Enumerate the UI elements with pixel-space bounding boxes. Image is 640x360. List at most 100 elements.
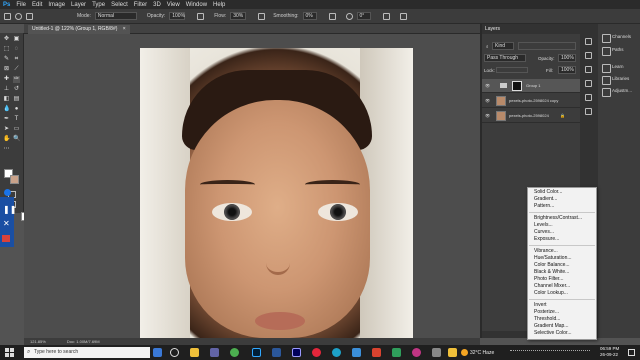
word-icon[interactable] [272,348,281,357]
info-icon[interactable] [585,80,592,87]
menu-item-channel-mixer[interactable]: Channel Mixer... [534,283,570,289]
menu-item-photo-filter[interactable]: Photo Filter... [534,276,563,282]
layer-row[interactable]: 👁 pexels-photo-2598024 copy [482,94,580,108]
brush-icon[interactable] [4,12,11,20]
visibility-eye-icon[interactable]: 👁 [485,94,490,108]
menu-edit[interactable]: Edit [32,2,42,8]
stop-icon[interactable]: ✕ [3,219,10,228]
menu-type[interactable]: Type [92,2,105,8]
menu-item-solid-color[interactable]: Solid Color... [534,189,562,195]
menu-file[interactable]: File [16,2,26,8]
artboard-tool-icon[interactable]: ▣ [13,36,20,43]
more-tools-icon[interactable]: ⋯ [3,146,10,153]
adjustments-panel-tab[interactable]: Adjustm... [600,88,640,97]
record-dot-icon[interactable] [4,189,11,196]
menu-item-gradient-map[interactable]: Gradient Map... [534,323,568,329]
symmetry-icon[interactable] [399,12,407,20]
smoothing-input[interactable]: 0% [302,12,317,20]
menu-item-color-balance[interactable]: Color Balance... [534,262,570,268]
styles-icon[interactable] [585,94,592,101]
lasso-tool-icon[interactable]: ◌ [13,46,20,53]
frame-tool-icon[interactable]: ⊠ [3,66,10,73]
pressure-opacity-icon[interactable] [197,12,205,20]
visibility-eye-icon[interactable]: 👁 [485,79,490,93]
adjustments-icon[interactable] [585,52,592,59]
layers-panel-title[interactable]: Layers [482,24,580,34]
app-icon[interactable] [392,348,401,357]
channels-panel-tab[interactable]: Channels [600,34,640,43]
healing-brush-icon[interactable]: ✚ [3,76,10,83]
smoothing-options-icon[interactable] [328,12,336,20]
menu-item-brightness-contrast[interactable]: Brightness/Contrast... [534,215,582,221]
clock-time[interactable]: 06:59 PM [600,346,619,351]
clock-date[interactable]: 26-09-22 [600,352,618,357]
layer-row-group[interactable]: 👁 Group 1 [482,79,580,93]
learn-panel-tab[interactable]: Learn [600,64,640,73]
hand-tool-icon[interactable]: ✋ [3,136,10,143]
menu-item-black-white[interactable]: Black & White... [534,269,569,275]
menu-item-posterize[interactable]: Posterize... [534,309,559,315]
fill-input[interactable]: 100% [558,66,576,74]
layer-row[interactable]: 👁 pexels-photo-2598024 🔒 [482,109,580,123]
path-select-icon[interactable]: ➤ [3,126,10,133]
type-tool-icon[interactable]: T [13,116,20,123]
file-explorer-icon[interactable] [190,348,199,357]
marquee-tool-icon[interactable]: ⬚ [3,46,10,53]
pause-icon[interactable]: ❚❚ [3,205,16,214]
menu-item-selective-color[interactable]: Selective Color... [534,330,572,336]
chrome-icon[interactable] [230,348,239,357]
flow-input[interactable]: 30% [230,12,247,20]
menu-item-gradient[interactable]: Gradient... [534,196,557,202]
menu-item-color-lookup[interactable]: Color Lookup... [534,290,568,296]
opacity-input[interactable]: 100% [169,12,186,20]
properties-icon[interactable] [585,66,592,73]
shape-tool-icon[interactable]: ▭ [13,126,20,133]
brush-tool-icon[interactable]: ✑ [13,76,20,83]
after-effects-icon[interactable] [292,348,301,357]
task-view-icon[interactable] [170,348,179,357]
menu-image[interactable]: Image [48,2,65,8]
menu-3d[interactable]: 3D [153,2,161,8]
document-tab[interactable]: Untitled-1 @ 122% (Group 1, RGB/8#) × [28,25,130,34]
libraries-panel-tab[interactable]: Libraries [600,76,640,85]
clone-stamp-icon[interactable]: ⊥ [3,86,10,93]
paths-panel-tab[interactable]: Paths [600,47,640,56]
eyedropper-icon[interactable]: ⟋ [13,66,20,73]
app-icon[interactable] [412,348,421,357]
app-icon[interactable] [372,348,381,357]
background-color-swatch[interactable] [10,175,19,184]
close-icon[interactable]: × [123,26,126,32]
notification-icon[interactable] [628,349,635,356]
history-icon[interactable] [585,38,592,45]
menu-layer[interactable]: Layer [71,2,86,8]
brush-settings-icon[interactable] [26,12,33,20]
teams-icon[interactable] [210,348,219,357]
photoshop-logo[interactable]: Ps [3,2,10,8]
zoom-tool-icon[interactable]: 🔍 [13,136,20,143]
app-icon[interactable] [432,348,441,357]
eraser-icon[interactable]: ◧ [3,96,10,103]
pen-tool-icon[interactable]: ✒ [3,116,10,123]
visibility-eye-icon[interactable]: 👁 [485,109,490,123]
zoom-level[interactable]: 121.85% [30,339,46,344]
mode-select[interactable]: Normal [94,12,137,20]
weather-widget-icon[interactable] [153,348,162,357]
pressure-size-icon[interactable] [382,12,390,20]
app-icon[interactable] [352,348,361,357]
layer-mask-thumbnail[interactable] [512,81,522,91]
blur-tool-icon[interactable]: 💧 [3,106,10,113]
gradient-tool-icon[interactable]: ▤ [13,96,20,103]
record-icon[interactable] [2,235,10,242]
app-icon[interactable] [448,348,457,357]
airbrush-icon[interactable] [258,12,266,20]
angle-input[interactable]: 0° [356,12,371,20]
quick-select-icon[interactable]: ✎ [3,56,10,63]
menu-item-vibrance[interactable]: Vibrance... [534,248,558,254]
filter-icons[interactable] [518,42,576,50]
menu-item-levels[interactable]: Levels... [534,222,553,228]
dodge-tool-icon[interactable]: ● [13,106,20,113]
menu-item-threshold[interactable]: Threshold... [534,316,560,322]
menu-item-exposure[interactable]: Exposure... [534,236,559,242]
menu-filter[interactable]: Filter [134,2,147,8]
opera-icon[interactable] [312,348,321,357]
